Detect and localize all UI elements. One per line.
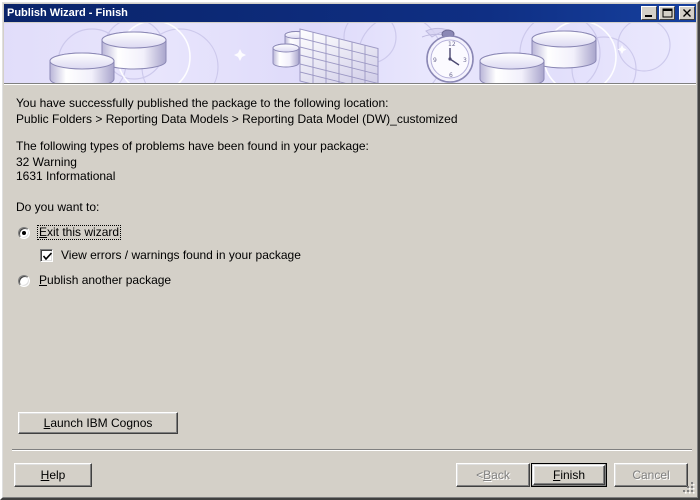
back-button[interactable]: < Back (456, 463, 530, 487)
radio-exit-this-wizard-label: Exit this wizard (37, 225, 122, 240)
radio-exit-label-rest: xit this wizard (47, 225, 120, 239)
close-button[interactable] (679, 6, 695, 20)
problems-heading: The following types of problems have bee… (16, 139, 369, 153)
radio-publish-another-package[interactable]: Publish another package (18, 273, 173, 288)
finish-button-face: Finish (533, 465, 605, 485)
checkbox-checked-icon (40, 249, 53, 262)
svg-text:12: 12 (448, 41, 456, 48)
banner-separator (4, 83, 696, 85)
accesskey-back: B (483, 468, 492, 482)
wizard-banner: 12 3 6 9 (4, 23, 696, 83)
checkmark-icon (43, 252, 52, 261)
back-button-prefix: < (476, 468, 484, 482)
question-label: Do you want to: (16, 200, 100, 214)
checkbox-view-errors-warnings[interactable]: View errors / warnings found in your pac… (40, 249, 301, 262)
title-bar[interactable]: Publish Wizard - Finish (4, 4, 696, 22)
success-message: You have successfully published the pack… (16, 96, 389, 110)
accesskey-launch: L (43, 416, 51, 430)
radio-selected-icon (18, 226, 30, 239)
minimize-icon (645, 15, 652, 17)
accesskey-exit: E (39, 225, 48, 239)
maximize-icon (662, 8, 673, 18)
radio-exit-this-wizard[interactable]: Exit this wizard (18, 225, 122, 240)
checkbox-view-errors-label: View errors / warnings found in your pac… (61, 248, 301, 262)
accesskey-help: H (40, 468, 50, 482)
informational-count-line: 1631 Informational (16, 169, 116, 183)
window-title: Publish Wizard - Finish (7, 7, 128, 19)
svg-text:6: 6 (449, 72, 453, 79)
launch-ibm-cognos-button[interactable]: Launch IBM Cognos (18, 412, 178, 434)
banner-artwork: 12 3 6 9 (4, 23, 696, 83)
back-button-label-rest: ack (491, 468, 510, 482)
footer-separator (12, 449, 692, 451)
accesskey-publish: P (39, 273, 48, 287)
published-location-path: Public Folders > Reporting Data Models >… (16, 112, 458, 126)
maximize-button[interactable] (659, 6, 675, 20)
radio-unselected-icon (18, 274, 30, 287)
wizard-content: You have successfully published the pack… (4, 87, 696, 442)
publish-wizard-window: Publish Wizard - Finish 12 3 6 9 You hav… (0, 0, 700, 500)
svg-text:3: 3 (463, 57, 467, 64)
radio-publish-label-rest: ublish another package (47, 273, 172, 287)
radio-publish-another-label: Publish another package (37, 273, 173, 288)
finish-button[interactable]: Finish (531, 463, 607, 487)
minimize-button[interactable] (641, 6, 657, 20)
help-button-label-rest: elp (49, 468, 66, 482)
accesskey-finish: F (552, 468, 561, 482)
finish-button-label-rest: inish (560, 468, 586, 482)
resize-grip-icon[interactable] (681, 481, 695, 495)
help-button[interactable]: Help (14, 463, 92, 487)
launch-button-label-rest: aunch IBM Cognos (50, 416, 153, 430)
close-icon (683, 9, 691, 17)
svg-text:9: 9 (433, 57, 437, 64)
cancel-button-label: Cancel (632, 468, 670, 482)
warning-count-line: 32 Warning (16, 155, 77, 169)
cancel-button[interactable]: Cancel (614, 463, 688, 487)
